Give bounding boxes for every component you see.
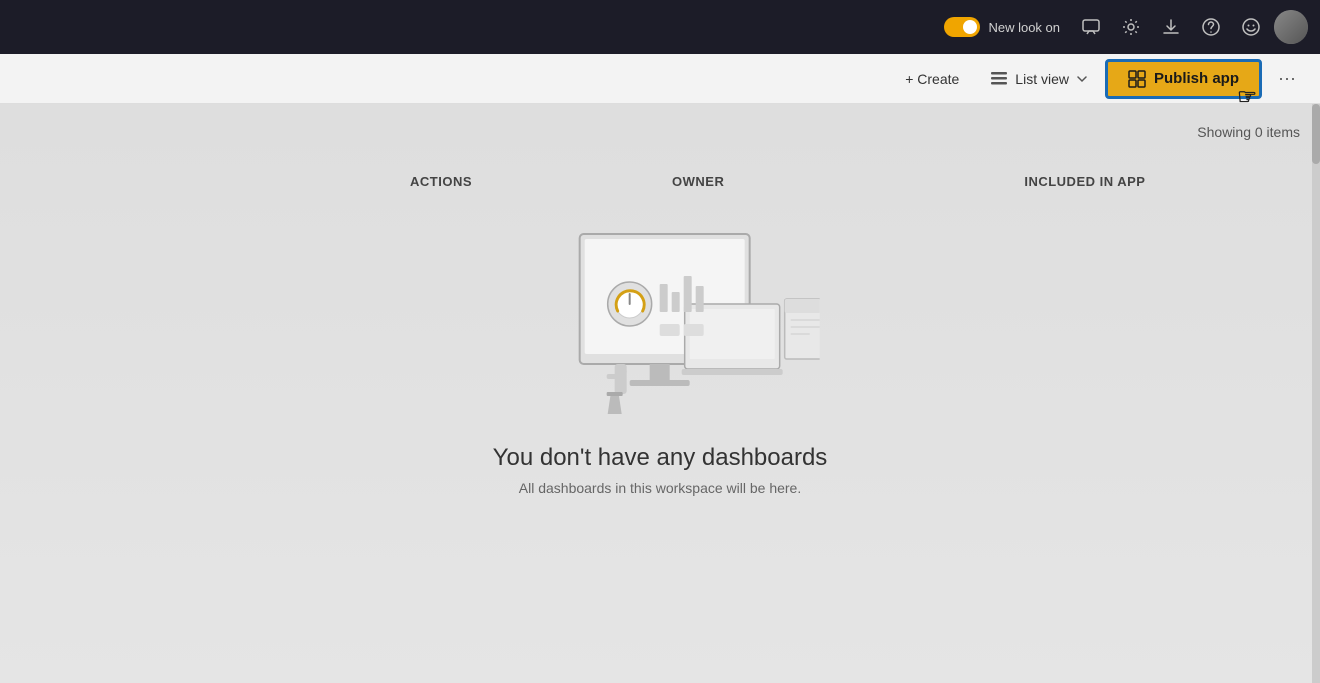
- create-button-label: + Create: [905, 71, 959, 87]
- publish-app-button[interactable]: Publish app ☞: [1105, 59, 1262, 99]
- publish-app-icon: [1128, 70, 1146, 88]
- new-look-toggle[interactable]: [944, 17, 980, 37]
- toolbar-row: + Create List view Publish app ☞ ···: [0, 54, 1320, 104]
- list-view-label: List view: [1015, 71, 1069, 87]
- feedback-icon[interactable]: [1234, 10, 1268, 44]
- column-headers: ACTIONS OWNER INCLUDED IN APP: [0, 174, 1320, 189]
- column-header-owner: OWNER: [672, 174, 724, 189]
- top-navigation: New look on: [0, 0, 1320, 54]
- column-header-included: INCLUDED IN APP: [1024, 174, 1145, 189]
- more-options-label: ···: [1278, 68, 1296, 89]
- main-content: Showing 0 items ACTIONS OWNER INCLUDED I…: [0, 104, 1320, 683]
- list-view-button[interactable]: List view: [981, 65, 1097, 93]
- new-look-area: New look on: [944, 17, 1060, 37]
- publish-app-label: Publish app: [1154, 70, 1239, 87]
- create-button[interactable]: + Create: [891, 65, 973, 93]
- chat-icon[interactable]: [1074, 10, 1108, 44]
- new-look-label: New look on: [988, 20, 1060, 35]
- empty-state: You don't have any dashboards All dashbo…: [493, 204, 828, 496]
- avatar-image: [1274, 10, 1308, 44]
- scrollbar[interactable]: [1312, 104, 1320, 683]
- help-icon[interactable]: [1194, 10, 1228, 44]
- empty-state-title: You don't have any dashboards: [493, 444, 828, 472]
- empty-state-subtitle: All dashboards in this workspace will be…: [519, 480, 801, 496]
- more-options-button[interactable]: ···: [1270, 62, 1304, 96]
- column-header-actions: ACTIONS: [410, 174, 472, 189]
- empty-state-illustration: [500, 204, 820, 424]
- user-avatar[interactable]: [1274, 10, 1308, 44]
- showing-label: Showing 0 items: [1197, 124, 1300, 140]
- download-icon[interactable]: [1154, 10, 1188, 44]
- scrollbar-thumb[interactable]: [1312, 104, 1320, 164]
- settings-icon[interactable]: [1114, 10, 1148, 44]
